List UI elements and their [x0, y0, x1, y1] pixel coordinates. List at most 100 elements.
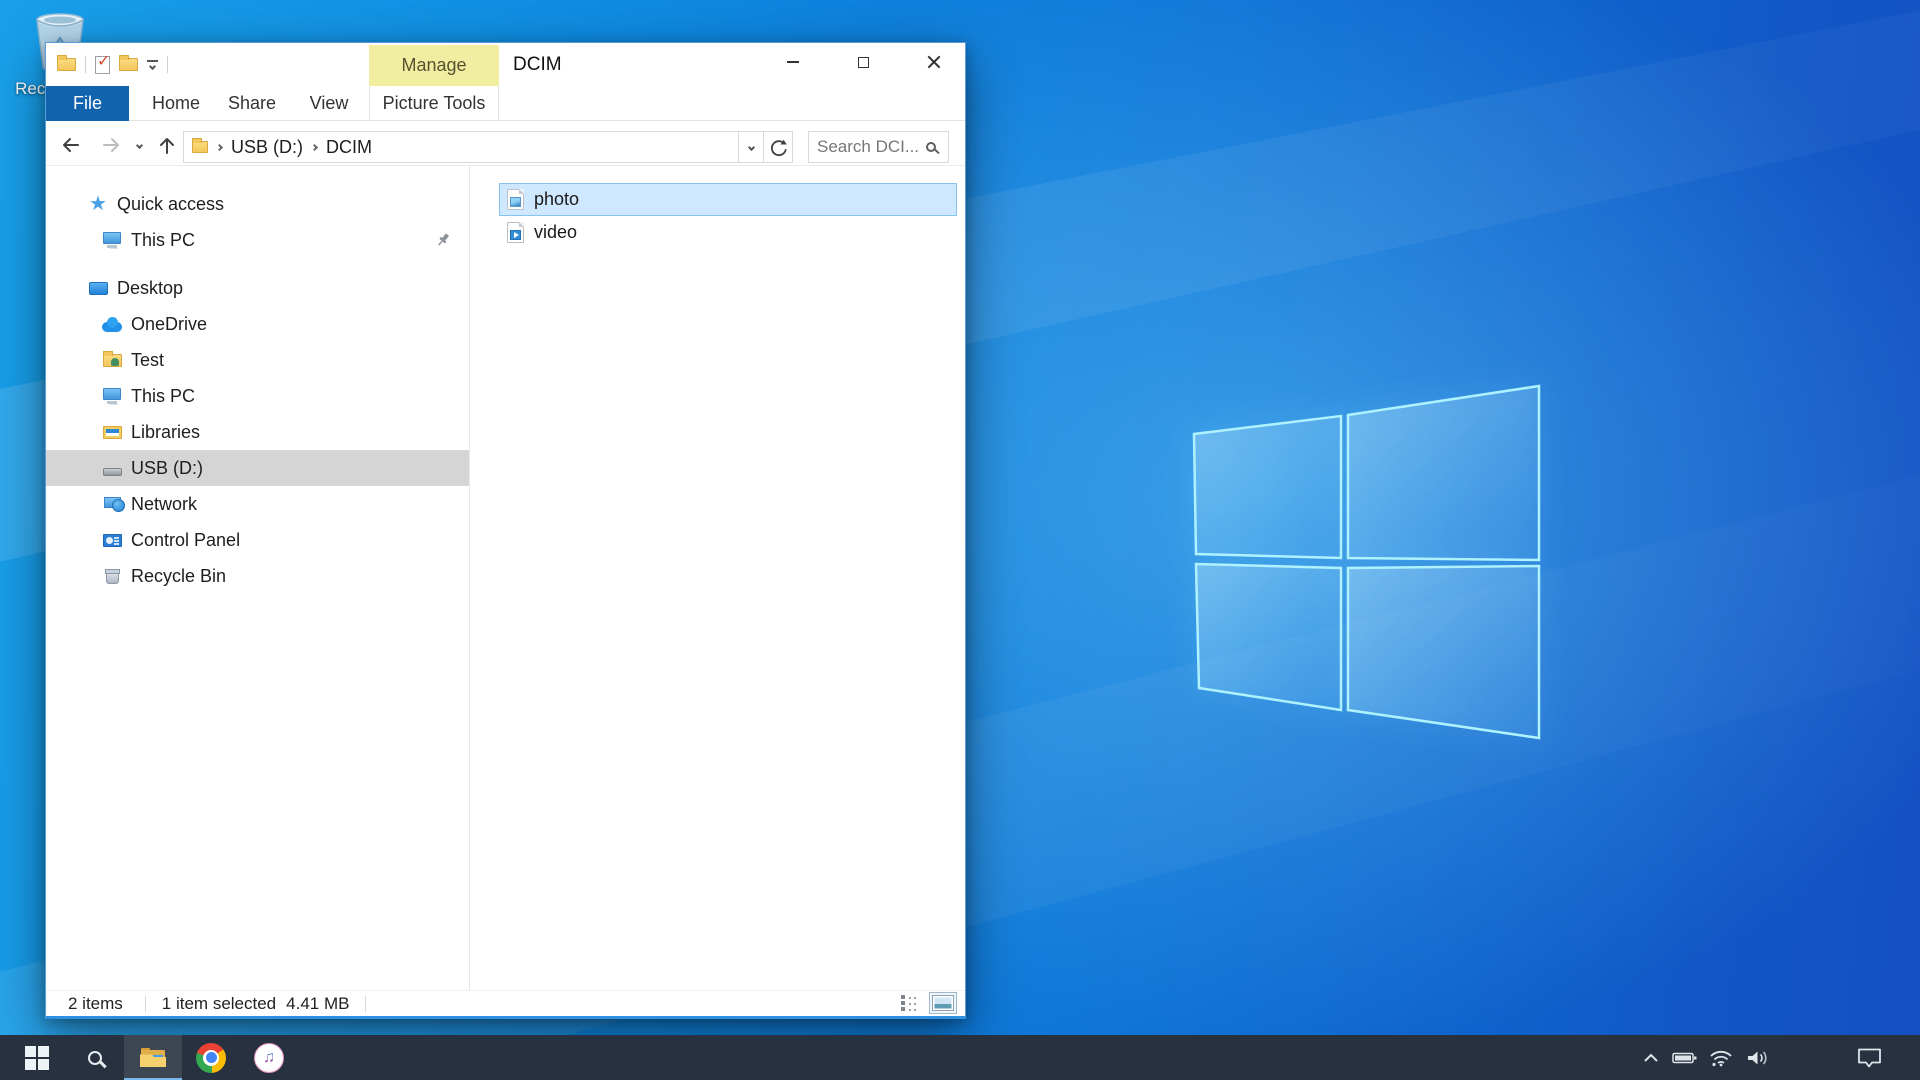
onedrive-cloud-icon: [100, 317, 124, 332]
selection-size: 4.41 MB: [286, 994, 349, 1014]
sidebar-item-label: Quick access: [117, 194, 224, 215]
wifi-tray-icon[interactable]: [1706, 1035, 1736, 1080]
chevron-down-icon: [747, 143, 754, 150]
sidebar-item-this-pc-pinned[interactable]: This PC: [46, 222, 469, 258]
address-bar: USB (D:) DCIM: [183, 131, 793, 163]
action-center-button[interactable]: [1850, 1035, 1888, 1080]
taskbar-itunes-button[interactable]: ♫: [240, 1035, 298, 1080]
breadcrumb-folder[interactable]: DCIM: [326, 137, 372, 158]
quick-access-toolbar: ✓: [57, 43, 168, 86]
back-button[interactable]: [58, 133, 82, 157]
show-hidden-icons-button[interactable]: [1638, 1035, 1664, 1080]
sidebar-item-label: This PC: [131, 230, 195, 251]
chevron-right-icon: [216, 143, 223, 150]
chevron-down-icon: [135, 141, 142, 148]
refresh-icon: [770, 139, 787, 156]
up-button[interactable]: [155, 133, 179, 157]
app-folder-icon: [57, 58, 76, 71]
folder-icon: [192, 141, 208, 153]
user-folder-icon: [100, 354, 124, 367]
close-icon: [927, 55, 941, 69]
star-icon: ★: [86, 194, 110, 214]
separator: [167, 56, 168, 73]
separator: [365, 996, 366, 1012]
item-count: 2 items: [68, 994, 123, 1014]
sidebar-item-onedrive[interactable]: OneDrive: [46, 306, 469, 342]
maximize-icon: [858, 57, 869, 68]
tab-home[interactable]: Home: [141, 86, 211, 121]
chevron-up-icon: [1643, 1053, 1659, 1063]
sidebar-item-label: USB (D:): [131, 458, 203, 479]
volume-tray-icon[interactable]: [1742, 1035, 1774, 1080]
pane-divider: [469, 166, 470, 990]
title-bar[interactable]: ✓ Manage DCIM: [46, 43, 965, 86]
sidebar-item-label: Control Panel: [131, 530, 240, 551]
close-button[interactable]: [906, 43, 962, 81]
search-box: [808, 131, 949, 163]
sidebar-item-libraries[interactable]: Libraries: [46, 414, 469, 450]
chevron-right-icon: [311, 143, 318, 150]
window-title: DCIM: [513, 43, 562, 86]
minimize-button[interactable]: [765, 43, 821, 81]
sidebar-item-label: Network: [131, 494, 197, 515]
tab-picture-tools[interactable]: Picture Tools: [369, 86, 499, 121]
content-area: ★ Quick access This PC Desktop OneDrive: [46, 166, 965, 990]
tab-view[interactable]: View: [297, 86, 361, 121]
sidebar-item-recycle-bin[interactable]: Recycle Bin: [46, 558, 469, 594]
computer-icon: [100, 232, 124, 249]
action-center-icon: [1856, 1047, 1883, 1068]
sidebar-item-quick-access[interactable]: ★ Quick access: [46, 186, 469, 222]
details-view-button[interactable]: [895, 992, 923, 1014]
control-panel-icon: [100, 534, 124, 547]
tab-share[interactable]: Share: [219, 86, 285, 121]
search-input[interactable]: [809, 137, 926, 157]
customize-qat-dropdown[interactable]: [147, 60, 158, 69]
address-dropdown-button[interactable]: [739, 131, 764, 163]
properties-button[interactable]: ✓: [95, 56, 110, 74]
separator: [145, 996, 146, 1012]
bar: [147, 60, 158, 62]
tab-file[interactable]: File: [46, 86, 129, 121]
taskbar-file-explorer-button[interactable]: [124, 1035, 182, 1080]
search-icon: [88, 1051, 102, 1065]
taskbar-chrome-button[interactable]: [182, 1035, 240, 1080]
file-row-photo[interactable]: photo: [499, 183, 957, 216]
file-explorer-window: ✓ Manage DCIM File Home Share View Pictu…: [45, 42, 966, 1019]
video-file-icon: [507, 222, 524, 243]
recent-locations-dropdown[interactable]: [130, 133, 148, 157]
sidebar-item-label: This PC: [131, 386, 195, 407]
sidebar-item-control-panel[interactable]: Control Panel: [46, 522, 469, 558]
desktop-icon: [86, 282, 110, 295]
search-icon[interactable]: [926, 142, 936, 152]
up-arrow-icon: [156, 134, 178, 156]
sidebar-item-this-pc[interactable]: This PC: [46, 378, 469, 414]
refresh-button[interactable]: [764, 131, 793, 163]
ribbon-tab-row: File Home Share View Picture Tools ?: [46, 86, 965, 121]
battery-tray-icon[interactable]: [1670, 1035, 1700, 1080]
taskbar-search-button[interactable]: [66, 1035, 124, 1080]
breadcrumb[interactable]: USB (D:) DCIM: [183, 131, 739, 163]
sidebar-item-label: OneDrive: [131, 314, 207, 335]
thumbnail-view-icon: [932, 995, 954, 1011]
start-button[interactable]: [8, 1035, 66, 1080]
check-icon: ✓: [97, 54, 110, 70]
maximize-button[interactable]: [835, 43, 891, 81]
sidebar-item-desktop[interactable]: Desktop: [46, 270, 469, 306]
sidebar-item-usb-drive[interactable]: USB (D:): [46, 450, 469, 486]
forward-button[interactable]: [100, 133, 124, 157]
breadcrumb-drive[interactable]: USB (D:): [231, 137, 303, 158]
libraries-icon: [100, 426, 124, 439]
status-bar: 2 items 1 item selected 4.41 MB: [46, 990, 965, 1016]
chevron-down-icon: [149, 63, 156, 70]
wifi-icon: [1709, 1049, 1733, 1067]
file-row-video[interactable]: video: [499, 216, 957, 249]
itunes-icon: ♫: [254, 1043, 284, 1073]
new-folder-button[interactable]: [119, 58, 138, 71]
pin-icon: [435, 232, 451, 253]
computer-icon: [100, 388, 124, 405]
large-icons-view-button[interactable]: [929, 992, 957, 1014]
manage-contextual-tab[interactable]: Manage: [369, 45, 499, 86]
sidebar-item-label: Recycle Bin: [131, 566, 226, 587]
sidebar-item-network[interactable]: Network: [46, 486, 469, 522]
sidebar-item-test[interactable]: Test: [46, 342, 469, 378]
